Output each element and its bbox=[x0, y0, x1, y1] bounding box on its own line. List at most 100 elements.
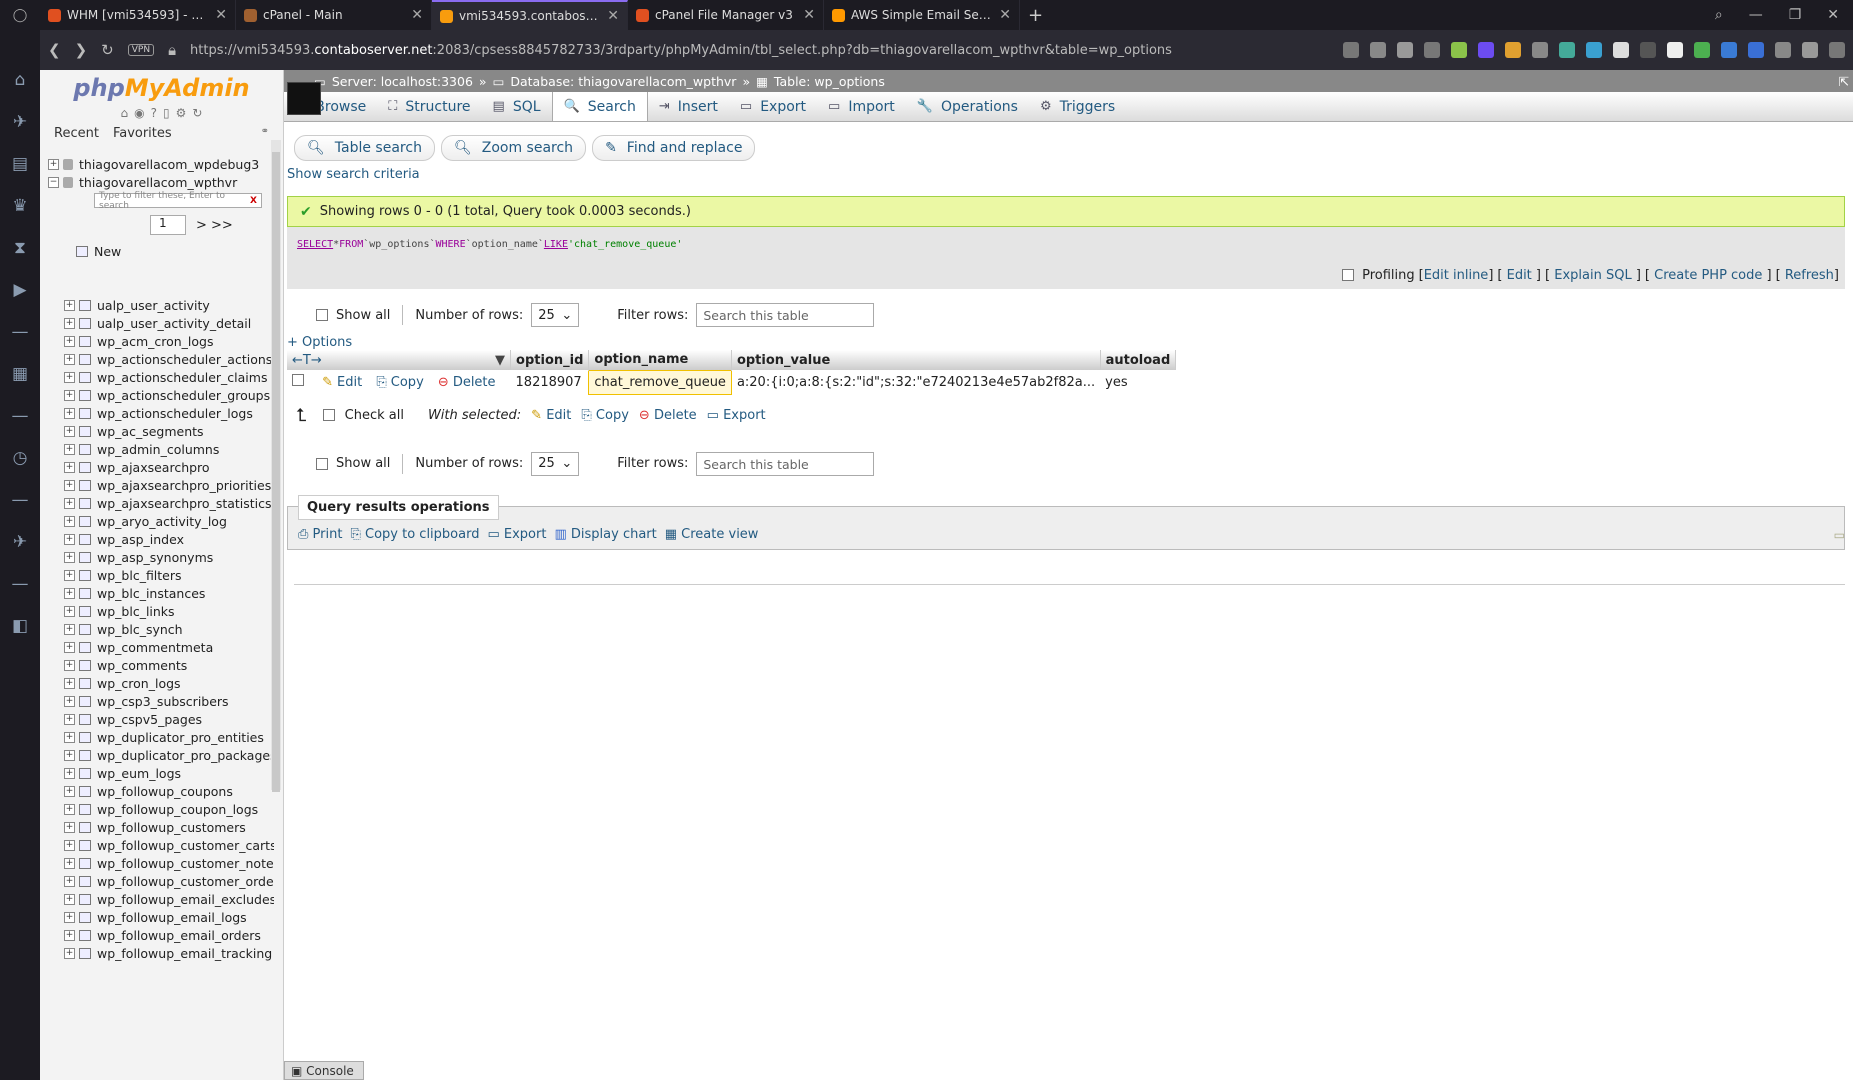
sql-query[interactable]: SELECT * FROM `wp_options` WHERE `option… bbox=[287, 227, 1845, 261]
table-name[interactable]: wp_actionscheduler_logs bbox=[97, 406, 253, 421]
sidebar-item-table[interactable]: + wp_followup_email_excludes bbox=[64, 890, 274, 908]
expand-icon[interactable]: + bbox=[64, 569, 75, 581]
row-copy-button[interactable]: ⎘ Copy bbox=[376, 375, 423, 390]
expand-icon[interactable]: + bbox=[64, 299, 75, 311]
table-search-tab[interactable]: 🔍︎ Table search bbox=[294, 135, 435, 161]
extension-icon[interactable] bbox=[1640, 42, 1656, 58]
expand-icon[interactable]: + bbox=[64, 623, 75, 635]
table-name[interactable]: wp_asp_index bbox=[97, 532, 184, 547]
table-name[interactable]: wp_followup_customers bbox=[97, 820, 246, 835]
browser-tab[interactable]: WHM [vmi534593] - 104.0.✕ bbox=[40, 0, 236, 30]
table-name[interactable]: wp_followup_customer_orders bbox=[97, 874, 274, 889]
expand-icon[interactable]: + bbox=[64, 515, 75, 527]
scroll-thumb[interactable] bbox=[272, 152, 280, 792]
url-field[interactable]: https://vmi534593.contaboserver.net:2083… bbox=[190, 43, 1329, 58]
expand-icon[interactable]: + bbox=[64, 551, 75, 563]
sidebar-item-table[interactable]: + wp_duplicator_pro_entities bbox=[64, 728, 274, 746]
table-name[interactable]: wp_acm_cron_logs bbox=[97, 334, 214, 349]
cell-option-id[interactable]: 18218907 bbox=[511, 370, 589, 394]
sidebar-item-table[interactable]: + wp_asp_index bbox=[64, 530, 274, 548]
extension-icon[interactable] bbox=[1451, 42, 1467, 58]
sidebar-item-table[interactable]: + wp_cspv5_pages bbox=[64, 710, 274, 728]
tab-triggers[interactable]: ⚙ Triggers bbox=[1029, 92, 1126, 121]
cell-option-value[interactable]: a:20:{i:0;a:8:{s:2:"id";s:32:"e7240213e4… bbox=[731, 370, 1100, 394]
table-name[interactable]: wp_blc_instances bbox=[97, 586, 205, 601]
sidebar-item-table[interactable]: + wp_followup_customer_orders bbox=[64, 872, 274, 890]
expand-icon[interactable]: + bbox=[64, 947, 75, 959]
sort-icon[interactable]: ▼ bbox=[495, 353, 505, 368]
expand-icon[interactable]: + bbox=[64, 641, 75, 653]
expand-icon[interactable]: + bbox=[64, 497, 75, 509]
table-name[interactable]: wp_cron_logs bbox=[97, 676, 181, 691]
bulk-edit-button[interactable]: ✎ Edit bbox=[531, 408, 571, 423]
collapse-icon[interactable]: ⇱ bbox=[1839, 74, 1849, 89]
sidebar-item-table[interactable]: + wp_ajaxsearchpro_statistics bbox=[64, 494, 274, 512]
sidebar-item-table[interactable]: + wp_cron_logs bbox=[64, 674, 274, 692]
home-icon[interactable]: ⌂ bbox=[121, 106, 129, 120]
clear-icon[interactable]: X bbox=[250, 196, 257, 206]
extension-icon[interactable] bbox=[1586, 42, 1602, 58]
bulk-copy-button[interactable]: ⎘ Copy bbox=[581, 408, 629, 423]
db-row[interactable]: + thiagovarellacom_wpdebug3 bbox=[48, 155, 283, 173]
home-icon[interactable]: ⌂ bbox=[15, 70, 26, 90]
nav-scrollbar[interactable] bbox=[271, 140, 281, 792]
sidebar-item-table[interactable]: + wp_blc_instances bbox=[64, 584, 274, 602]
close-tab-icon[interactable]: ✕ bbox=[215, 7, 227, 23]
download-icon[interactable] bbox=[1802, 42, 1818, 58]
extension-icon[interactable] bbox=[1532, 42, 1548, 58]
sidebar-item-table[interactable]: + ualp_user_activity_detail bbox=[64, 314, 274, 332]
opera-logo-icon[interactable]: ◯ bbox=[0, 0, 40, 30]
collapse-icon[interactable]: − bbox=[48, 176, 59, 188]
bookmark-icon[interactable]: ▭ bbox=[1834, 528, 1845, 542]
sidebar-item-table[interactable]: + wp_followup_customers bbox=[64, 818, 274, 836]
sidebar-item-table[interactable]: + wp_admin_columns bbox=[64, 440, 274, 458]
reload-icon[interactable]: ↻ bbox=[192, 106, 202, 120]
close-tab-icon[interactable]: ✕ bbox=[803, 7, 815, 23]
sidebar-item-table[interactable]: + wp_blc_filters bbox=[64, 566, 274, 584]
tab-sql[interactable]: ▤ SQL bbox=[482, 92, 552, 121]
table-name[interactable]: wp_asp_synonyms bbox=[97, 550, 213, 565]
expand-icon[interactable]: + bbox=[64, 803, 75, 815]
menu-icon[interactable] bbox=[1829, 42, 1845, 58]
link-icon[interactable]: ⚭ bbox=[261, 126, 269, 141]
extension-icon[interactable] bbox=[1478, 42, 1494, 58]
messenger-icon[interactable]: ✈ bbox=[13, 532, 27, 552]
app-icon[interactable]: ◧ bbox=[12, 616, 28, 636]
expand-icon[interactable]: + bbox=[64, 713, 75, 725]
player-icon[interactable]: ▶ bbox=[13, 280, 26, 300]
expand-icon[interactable]: + bbox=[64, 785, 75, 797]
sidebar-item-table[interactable]: + wp_followup_customer_carts bbox=[64, 836, 274, 854]
show-search-criteria-link[interactable]: Show search criteria bbox=[287, 167, 1853, 182]
expand-icon[interactable]: + bbox=[64, 731, 75, 743]
refresh-link[interactable]: Refresh bbox=[1785, 268, 1834, 283]
profiling-checkbox[interactable] bbox=[1342, 269, 1355, 281]
expand-icon[interactable]: + bbox=[64, 875, 75, 887]
table-name[interactable]: wp_comments bbox=[97, 658, 187, 673]
bulk-delete-button[interactable]: ⊖ Delete bbox=[639, 408, 697, 423]
docs-icon[interactable]: ? bbox=[151, 106, 157, 120]
table-name[interactable]: wp_actionscheduler_claims bbox=[97, 370, 267, 385]
table-name[interactable]: ualp_user_activity_detail bbox=[97, 316, 251, 331]
next-page-link[interactable]: > >> bbox=[196, 218, 233, 233]
copy-clipboard-link[interactable]: ⎘ Copy to clipboard bbox=[350, 527, 479, 542]
favorites-tab[interactable]: Favorites bbox=[113, 126, 172, 141]
column-header[interactable]: option_value bbox=[731, 350, 1101, 370]
sidebar-item-table[interactable]: + wp_eum_logs bbox=[64, 764, 274, 782]
expand-icon[interactable]: + bbox=[64, 335, 75, 347]
expand-icon[interactable]: + bbox=[64, 317, 75, 329]
search-tabs-icon[interactable]: ⌕ bbox=[1715, 7, 1723, 23]
breadcrumb-database[interactable]: Database: thiagovarellacom_wpthvr bbox=[510, 74, 736, 89]
sidebar-item-table[interactable]: + wp_actionscheduler_logs bbox=[64, 404, 274, 422]
show-all-checkbox[interactable] bbox=[316, 309, 328, 321]
reload-icon[interactable]: ↻ bbox=[101, 41, 114, 59]
display-chart-link[interactable]: ▥ Display chart bbox=[554, 527, 656, 542]
new-table-row[interactable]: New bbox=[72, 242, 283, 260]
extension-icon[interactable] bbox=[1667, 42, 1683, 58]
table-name[interactable]: ualp_user_activity bbox=[97, 298, 210, 313]
browser-tab[interactable]: vmi534593.contaboserver.n✕ bbox=[432, 0, 628, 30]
workspaces-icon[interactable]: ▦ bbox=[12, 364, 28, 384]
extension-icon[interactable] bbox=[1370, 42, 1386, 58]
extension-icon[interactable] bbox=[1694, 42, 1710, 58]
breadcrumb-server[interactable]: Server: localhost:3306 bbox=[332, 74, 473, 89]
db-row[interactable]: − thiagovarellacom_wpthvr bbox=[48, 173, 283, 191]
